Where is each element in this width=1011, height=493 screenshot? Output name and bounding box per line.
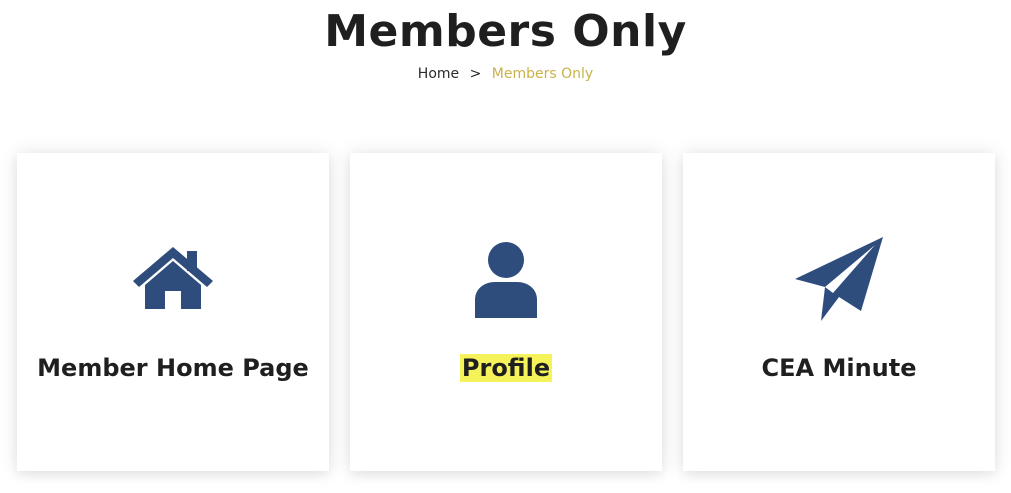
house-icon — [17, 231, 329, 327]
breadcrumb-current: Members Only — [491, 66, 594, 82]
highlighted-label: Profile — [459, 354, 553, 382]
card-grid: Member Home Page Profile CEA Minute — [0, 153, 1011, 473]
card-label: Member Home Page — [37, 354, 309, 382]
card-cea-minute[interactable]: CEA Minute — [683, 153, 995, 471]
breadcrumb-home-link[interactable]: Home — [418, 66, 459, 82]
page-title: Members Only — [324, 6, 687, 57]
card-member-home-page[interactable]: Member Home Page — [17, 153, 329, 471]
breadcrumb-separator: > — [469, 66, 482, 82]
page: Members Only Home > Members Only Member … — [0, 0, 1011, 493]
user-icon — [350, 231, 662, 327]
card-profile[interactable]: Profile — [350, 153, 662, 471]
breadcrumb: Home > Members Only — [0, 64, 1011, 84]
card-label: CEA Minute — [761, 354, 917, 382]
card-label: Profile — [370, 351, 642, 385]
paper-plane-icon — [683, 231, 995, 327]
